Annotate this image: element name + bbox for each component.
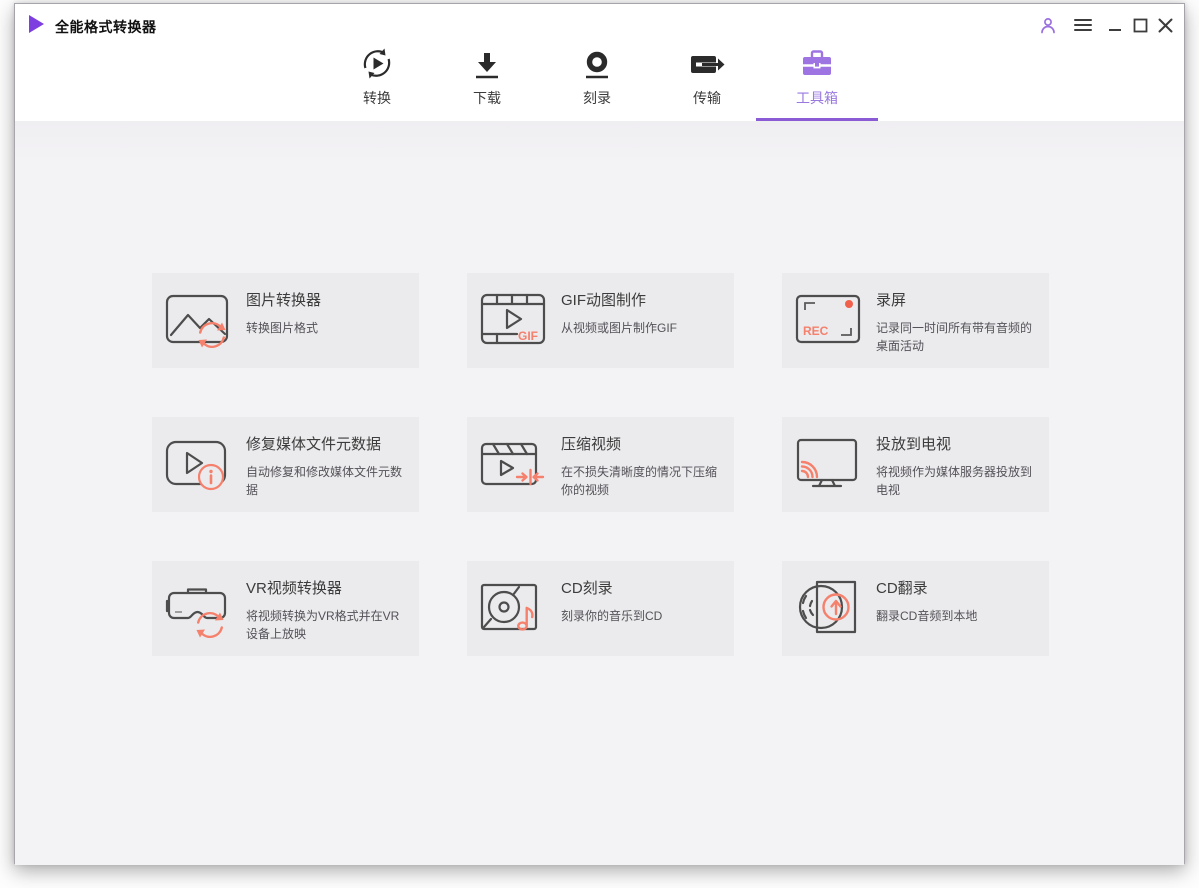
convert-icon [359, 46, 395, 82]
card-cast-to-tv[interactable]: 投放到电视 将视频作为媒体服务器投放到电视 [782, 417, 1049, 512]
card-cd-ripper[interactable]: CD翻录 翻录CD音频到本地 [782, 561, 1049, 656]
card-desc: 将视频转换为VR格式并在VR设备上放映 [246, 609, 400, 641]
toolbox-icon [798, 46, 836, 82]
gif-maker-icon: GIF [467, 273, 561, 368]
hamburger-menu-icon[interactable] [1072, 14, 1094, 36]
tab-convert[interactable]: 转换 [322, 44, 432, 121]
card-desc: 在不损失清晰度的情况下压缩你的视频 [561, 465, 718, 497]
toolbox-panel: 图片转换器 转换图片格式 GIF GIF动图制作 从视频或图片制作GIF REC… [15, 121, 1184, 865]
burn-icon [580, 46, 614, 82]
card-desc: 刻录你的音乐到CD [561, 609, 663, 623]
card-title: 图片转换器 [246, 292, 322, 309]
tab-label: 刻录 [583, 90, 611, 106]
window-controls [1037, 14, 1176, 36]
app-window: 全能格式转换器 转换 下载 刻录 传输 工具箱 图片转换器 转换图片格式 GIF… [14, 3, 1185, 865]
card-gif-maker[interactable]: GIF GIF动图制作 从视频或图片制作GIF [467, 273, 734, 368]
card-title: VR视频转换器 [246, 580, 342, 597]
card-cd-burner[interactable]: CD刻录 刻录你的音乐到CD [467, 561, 734, 656]
card-fix-metadata[interactable]: 修复媒体文件元数据 自动修复和修改媒体文件元数据 [152, 417, 419, 512]
card-title: 修复媒体文件元数据 [246, 436, 382, 453]
card-image-converter[interactable]: 图片转换器 转换图片格式 [152, 273, 419, 368]
card-title: GIF动图制作 [561, 292, 646, 309]
rec-label: REC [803, 324, 829, 338]
card-desc: 自动修复和修改媒体文件元数据 [246, 465, 403, 497]
app-title: 全能格式转换器 [55, 19, 157, 35]
main-nav: 转换 下载 刻录 传输 工具箱 [322, 44, 878, 121]
tab-toolbox[interactable]: 工具箱 [756, 44, 878, 121]
vr-converter-icon [152, 561, 246, 656]
fix-metadata-icon [152, 417, 246, 512]
user-icon[interactable] [1037, 14, 1059, 36]
transfer-icon [688, 46, 726, 82]
tab-download[interactable]: 下载 [432, 44, 542, 121]
cd-burner-icon [467, 561, 561, 656]
card-vr-converter[interactable]: VR视频转换器 将视频转换为VR格式并在VR设备上放映 [152, 561, 419, 656]
cd-ripper-icon [782, 561, 876, 656]
close-icon[interactable] [1154, 14, 1176, 36]
card-compress-video[interactable]: 压缩视频 在不损失清晰度的情况下压缩你的视频 [467, 417, 734, 512]
screen-recorder-icon: REC [782, 273, 876, 368]
maximize-icon[interactable] [1129, 14, 1151, 36]
download-icon [470, 46, 504, 82]
card-desc: 将视频作为媒体服务器投放到电视 [876, 465, 1033, 497]
cast-to-tv-icon [782, 417, 876, 512]
play-logo-icon [29, 15, 44, 33]
card-title: 投放到电视 [876, 436, 952, 453]
card-title: 录屏 [876, 292, 907, 309]
tab-label: 传输 [693, 90, 721, 106]
titlebar: 全能格式转换器 [15, 4, 1184, 44]
card-title: CD翻录 [876, 580, 928, 597]
tab-transfer[interactable]: 传输 [652, 44, 762, 121]
card-desc: 记录同一时间所有带有音频的桌面活动 [876, 321, 1033, 353]
card-desc: 翻录CD音频到本地 [876, 609, 978, 623]
card-screen-recorder[interactable]: REC 录屏 记录同一时间所有带有音频的桌面活动 [782, 273, 1049, 368]
image-converter-icon [152, 273, 246, 368]
tab-label: 下载 [473, 90, 501, 106]
app-header: 全能格式转换器 转换 下载 刻录 传输 工具箱 [15, 4, 1184, 121]
card-desc: 转换图片格式 [246, 321, 319, 335]
tab-label: 转换 [363, 90, 391, 106]
tab-label: 工具箱 [796, 90, 838, 106]
compress-video-icon [467, 417, 561, 512]
card-title: 压缩视频 [561, 436, 622, 453]
tab-burn[interactable]: 刻录 [542, 44, 652, 121]
gif-label: GIF [518, 329, 538, 343]
card-desc: 从视频或图片制作GIF [561, 321, 677, 335]
card-title: CD刻录 [561, 580, 613, 597]
toolbox-grid: 图片转换器 转换图片格式 GIF GIF动图制作 从视频或图片制作GIF REC… [152, 273, 1049, 656]
minimize-icon[interactable] [1104, 14, 1126, 36]
